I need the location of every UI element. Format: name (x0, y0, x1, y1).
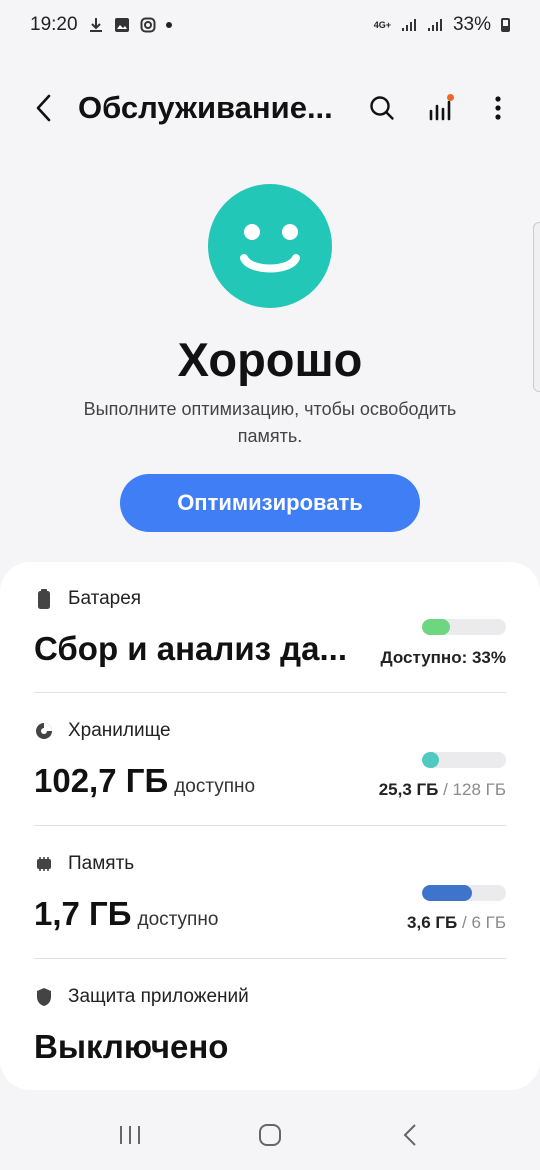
optimize-button[interactable]: Оптимизировать (120, 474, 420, 532)
signal-2-icon (427, 19, 442, 31)
app-protection-label: Защита приложений (68, 986, 249, 1007)
smiley-face-icon (208, 184, 332, 308)
instagram-icon (140, 17, 156, 33)
status-bar: 19:20 4G+ 33% (0, 0, 540, 50)
storage-stat: 25,3 ГБ / 128 ГБ (379, 780, 506, 800)
app-protection-section[interactable]: Защита приложений Выключено (34, 984, 506, 1074)
network-type: 4G+ (373, 19, 391, 30)
battery-stat: Доступно: 33% (380, 648, 506, 667)
recents-icon (120, 1126, 140, 1144)
memory-stat: 3,6 ГБ / 6 ГБ (407, 913, 506, 933)
device-status-description: Выполните оптимизацию, чтобы освободить … (83, 399, 457, 446)
memory-used: 3,6 ГБ (407, 913, 458, 932)
home-icon (259, 1124, 281, 1146)
search-icon (370, 96, 394, 120)
status-right: 4G+ 33% (374, 14, 510, 36)
storage-label-row: Хранилище (34, 718, 506, 744)
memory-label: Память (68, 853, 135, 874)
storage-used: 25,3 ГБ (378, 780, 439, 799)
more-vertical-icon (495, 96, 501, 120)
divider (34, 825, 506, 826)
memory-bar (422, 885, 506, 901)
storage-label: Хранилище (68, 720, 171, 741)
pie-chart-icon (34, 721, 54, 741)
device-status-title: Хорошо (177, 333, 363, 386)
device-care-card: Батарея Сбор и анализ да... Доступно: 33… (0, 562, 540, 1090)
divider (34, 692, 506, 693)
memory-chip-icon (34, 854, 54, 874)
memory-value: 1,7 ГБ (34, 895, 132, 932)
more-options-button[interactable] (474, 84, 522, 132)
back-nav-button[interactable] (380, 1110, 440, 1160)
battery-value: Сбор и анализ да... (34, 630, 347, 667)
back-nav-icon (403, 1124, 416, 1146)
back-button[interactable] (18, 82, 70, 134)
home-button[interactable] (240, 1110, 300, 1160)
status-left: 19:20 (30, 14, 172, 36)
gallery-icon (114, 18, 129, 32)
memory-value-row: 1,7 ГБ доступно (34, 895, 218, 933)
storage-bar-fill (422, 752, 439, 768)
battery-icon (501, 18, 510, 32)
signal-icon (401, 19, 416, 31)
storage-section[interactable]: Хранилище 102,7 ГБ доступно 25,3 ГБ / 128… (34, 718, 506, 828)
battery-label-row: Батарея (34, 586, 506, 612)
shield-icon (34, 987, 54, 1007)
chevron-left-icon (36, 94, 51, 122)
storage-value-row: 102,7 ГБ доступно (34, 762, 255, 800)
app-header: Обслуживание... (0, 70, 540, 146)
app-protection-label-row: Защита приложений (34, 984, 506, 1010)
memory-section[interactable]: Память 1,7 ГБ доступно 3,6 ГБ / 6 ГБ (34, 851, 506, 961)
memory-label-row: Память (34, 851, 506, 877)
more-notifications-icon (165, 22, 172, 28)
battery-bar (422, 619, 506, 635)
navigation-bar (0, 1100, 540, 1170)
battery-bar-fill (422, 619, 450, 635)
battery-section-icon (34, 589, 54, 609)
memory-value-suffix: доступно (137, 909, 219, 930)
header-actions (358, 84, 522, 132)
storage-value-suffix: доступно (174, 776, 256, 797)
battery-label: Батарея (68, 588, 142, 609)
search-button[interactable] (358, 84, 406, 132)
app-protection-value: Выключено (34, 1028, 229, 1065)
storage-bar (422, 752, 506, 768)
stats-button[interactable] (416, 84, 464, 132)
divider (34, 958, 506, 959)
memory-total: / 6 ГБ (462, 913, 506, 932)
page-title: Обслуживание... (78, 90, 333, 125)
status-time: 19:20 (30, 14, 78, 35)
battery-section[interactable]: Батарея Сбор и анализ да... Доступно: 33… (34, 586, 506, 696)
battery-percent: 33% (452, 14, 491, 35)
notification-dot (447, 94, 454, 101)
memory-bar-fill (422, 885, 473, 901)
recents-button[interactable] (100, 1110, 160, 1160)
storage-total: / 128 ГБ (443, 780, 506, 799)
download-icon (89, 18, 102, 32)
storage-value: 102,7 ГБ (34, 762, 169, 799)
